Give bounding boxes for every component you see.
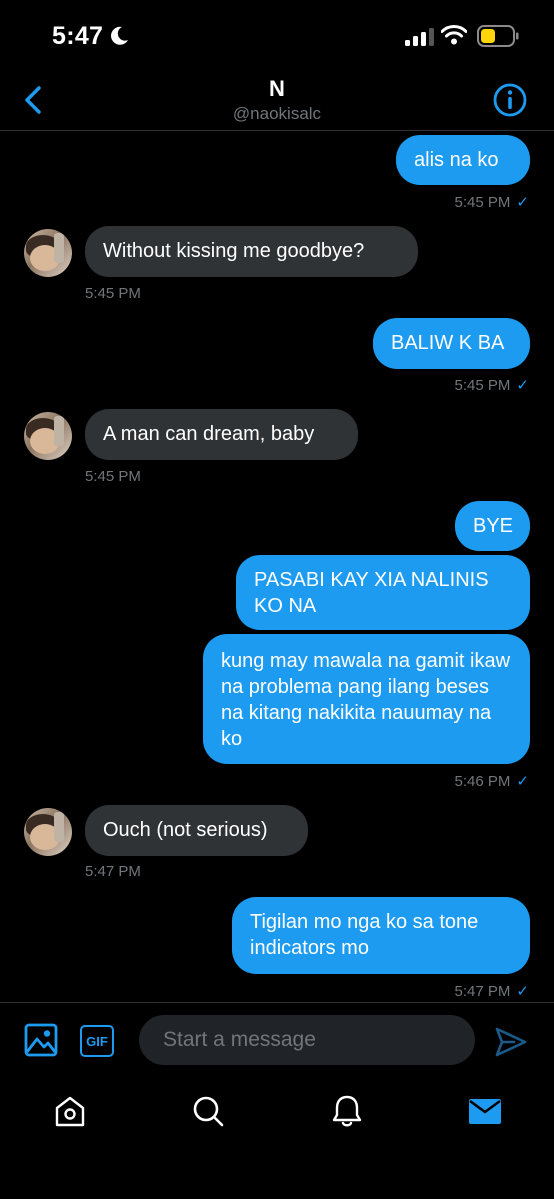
moon-icon [111,26,128,45]
read-check-icon: ✓ [516,194,529,211]
send-button[interactable] [494,1025,528,1059]
message-bubble-received[interactable]: Ouch (not serious) [85,805,308,856]
message-meta: 5:45 PM ✓ [455,193,529,211]
message-bubble-sent[interactable]: BYE [455,501,530,551]
message-meta: 5:47 PM ✓ [455,982,529,1000]
info-icon [493,83,527,117]
send-icon [495,1027,527,1057]
contact-handle[interactable]: @naokisalc [0,104,554,124]
status-bar: 5:47 [0,0,554,70]
message-bubble-received[interactable]: A man can dream, baby [85,409,358,460]
avatar[interactable] [24,412,72,460]
conversation-header: N @naokisalc [0,70,554,131]
message-meta: 5:45 PM ✓ [455,376,529,394]
wifi-icon [441,25,467,45]
mail-icon [469,1099,501,1124]
tab-notifications[interactable] [329,1093,365,1129]
battery-icon [477,25,519,47]
info-button[interactable] [492,82,528,118]
avatar[interactable] [24,229,72,277]
message-bubble-sent[interactable]: Tigilan mo nga ko sa tone indicators mo [232,897,530,974]
avatar[interactable] [24,808,72,856]
message-input[interactable] [139,1015,475,1065]
read-check-icon: ✓ [516,983,529,1000]
message-bubble-sent[interactable]: BALIW K BA [373,318,530,369]
message-bubble-received[interactable]: Without kissing me goodbye? [85,226,418,277]
image-button[interactable] [24,1023,60,1059]
message-timestamp: 5:45 PM [85,285,141,302]
search-icon [193,1096,224,1127]
tab-home[interactable] [52,1093,88,1129]
message-bubble-sent[interactable]: kung may mawala na gamit ikaw na problem… [203,634,530,764]
message-timestamp: 5:47 PM [85,863,141,880]
message-timestamp: 5:45 PM [454,194,511,211]
message-composer: GIF [0,1002,554,1081]
tab-bar [0,1080,554,1199]
image-icon [24,1023,58,1057]
tab-messages[interactable] [467,1093,503,1129]
status-time: 5:47 [52,22,104,50]
message-timestamp: 5:45 PM [85,468,141,485]
tab-search[interactable] [190,1093,226,1129]
home-icon [55,1096,85,1127]
message-timestamp: 5:47 PM [454,983,511,1000]
bell-icon [332,1095,362,1127]
gif-button[interactable]: GIF [80,1025,114,1057]
message-timestamp: 5:45 PM [454,377,511,394]
read-check-icon: ✓ [516,773,529,790]
contact-name[interactable]: N [0,76,554,102]
message-bubble-sent[interactable]: alis na ko [396,135,530,185]
message-timestamp: 5:46 PM [454,773,511,790]
read-check-icon: ✓ [516,377,529,394]
message-bubble-sent[interactable]: PASABI KAY XIA NALINIS KO NA [236,555,530,630]
message-meta: 5:46 PM ✓ [455,772,529,790]
signal-icon [405,28,434,46]
